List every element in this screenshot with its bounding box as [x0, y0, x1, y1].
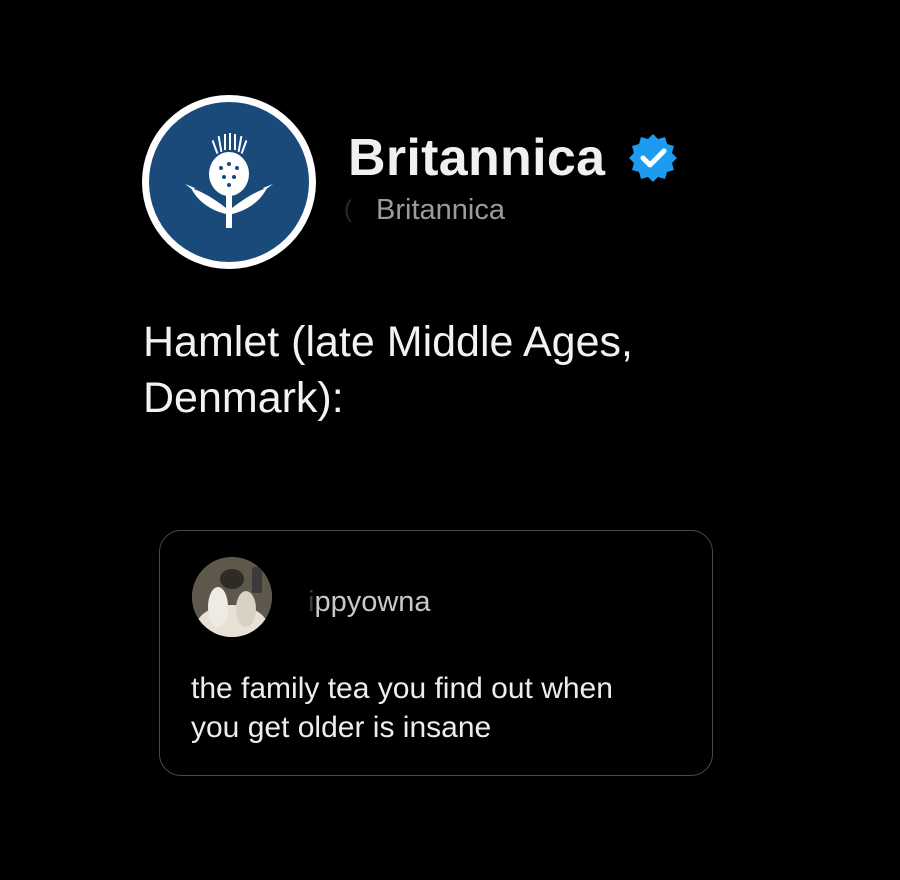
quoted-comment-card[interactable]: ippyowna the family tea you find out whe… [159, 530, 713, 776]
user-photo-avatar[interactable] [192, 557, 272, 637]
username-text: ppyowna [314, 586, 431, 618]
quoted-comment-text: the family tea you find out when you get… [191, 672, 613, 744]
quoted-username[interactable]: ippyowna [308, 585, 431, 619]
display-name[interactable]: Britannica [348, 128, 605, 188]
avatar-inner [149, 102, 309, 262]
handle-row: ( Britannica [344, 193, 505, 227]
post-text: Hamlet (late Middle Ages, Denmark): [143, 318, 633, 422]
ghost-mark: ( [344, 196, 352, 223]
profile-header: Britannica [348, 128, 679, 188]
thistle-logo-icon [185, 133, 273, 228]
verified-badge-icon [627, 132, 679, 184]
handle[interactable]: Britannica [376, 193, 505, 227]
avatar[interactable] [142, 95, 316, 269]
